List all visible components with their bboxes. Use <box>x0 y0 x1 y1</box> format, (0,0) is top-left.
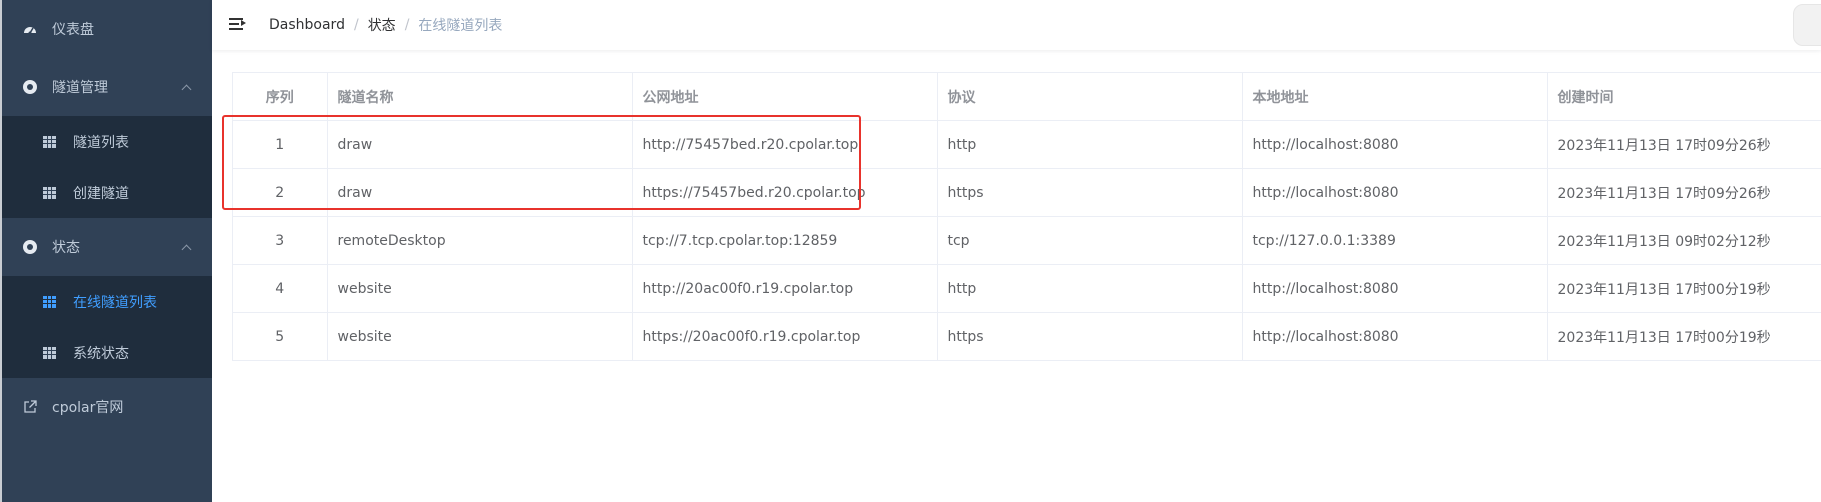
table-row: 3 remoteDesktop tcp://7.tcp.cpolar.top:1… <box>233 216 1821 265</box>
cell-public-url: http://75457bed.r20.cpolar.top <box>632 120 938 169</box>
cell-created-time: 2023年11月13日 17时09分26秒 <box>1547 168 1821 217</box>
column-header-public-url: 公网地址 <box>632 73 938 121</box>
sidebar-item-label: 状态 <box>52 240 80 256</box>
cell-name: draw <box>327 168 633 217</box>
sidebar-item-tunnel-list[interactable]: 隧道列表 <box>2 116 212 167</box>
column-header-index: 序列 <box>233 73 328 121</box>
cell-local-address: http://localhost:8080 <box>1242 120 1548 169</box>
column-header-protocol: 协议 <box>937 73 1243 121</box>
cell-index: 2 <box>233 168 328 217</box>
breadcrumb-separator: / <box>404 17 410 33</box>
cell-index: 1 <box>233 120 328 169</box>
cell-created-time: 2023年11月13日 17时00分19秒 <box>1547 264 1821 313</box>
cell-name: website <box>327 312 633 361</box>
cell-protocol: http <box>937 264 1243 313</box>
sidebar: 仪表盘 隧道管理 隧道列表 创建隧道 状态 在线隧道列表 系统状态 cpolar… <box>0 0 212 502</box>
hamburger-menu-icon[interactable] <box>229 16 247 34</box>
sidebar-item-label: 隧道列表 <box>73 134 129 151</box>
sidebar-item-create-tunnel[interactable]: 创建隧道 <box>2 167 212 218</box>
grid-icon <box>43 346 56 359</box>
cell-name: draw <box>327 120 633 169</box>
table-header-row: 序列 隧道名称 公网地址 协议 本地地址 创建时间 <box>233 73 1821 121</box>
cell-index: 4 <box>233 264 328 313</box>
navbar: Dashboard / 状态 / 在线隧道列表 <box>212 0 1821 50</box>
cell-local-address: http://localhost:8080 <box>1242 264 1548 313</box>
cell-public-url: tcp://7.tcp.cpolar.top:12859 <box>632 216 938 265</box>
external-link-icon <box>23 400 37 414</box>
cell-local-address: http://localhost:8080 <box>1242 312 1548 361</box>
dashboard-icon <box>23 22 37 36</box>
cell-local-address: http://localhost:8080 <box>1242 168 1548 217</box>
sidebar-item-label: 仪表盘 <box>52 22 94 38</box>
grid-icon <box>43 186 56 199</box>
sidebar-item-label: 创建隧道 <box>73 185 129 202</box>
sidebar-item-cpolar-website[interactable]: cpolar官网 <box>2 378 212 436</box>
breadcrumb-separator: / <box>353 17 359 33</box>
grid-icon <box>43 295 56 308</box>
cell-public-url: https://75457bed.r20.cpolar.top <box>632 168 938 217</box>
chevron-up-icon <box>181 84 192 95</box>
sidebar-item-label: 在线隧道列表 <box>73 294 157 311</box>
cell-protocol: http <box>937 120 1243 169</box>
column-header-created-time: 创建时间 <box>1547 73 1821 121</box>
breadcrumb-item-current: 在线隧道列表 <box>418 18 503 34</box>
cell-local-address: tcp://127.0.0.1:3389 <box>1242 216 1548 265</box>
cell-index: 3 <box>233 216 328 265</box>
circle-icon <box>23 80 37 94</box>
sidebar-item-label: cpolar官网 <box>52 400 124 416</box>
table-row: 1 draw http://75457bed.r20.cpolar.top ht… <box>233 120 1821 169</box>
cell-public-url: http://20ac00f0.r19.cpolar.top <box>632 264 938 313</box>
grid-icon <box>43 135 56 148</box>
sidebar-item-dashboard[interactable]: 仪表盘 <box>2 0 212 58</box>
cell-protocol: https <box>937 312 1243 361</box>
column-header-local-address: 本地地址 <box>1242 73 1548 121</box>
breadcrumb-item-dashboard[interactable]: Dashboard <box>269 17 345 33</box>
circle-icon <box>23 240 37 254</box>
breadcrumb-item-status[interactable]: 状态 <box>368 15 396 35</box>
chevron-up-icon <box>181 244 192 255</box>
sidebar-item-label: 隧道管理 <box>52 80 108 96</box>
cell-protocol: tcp <box>937 216 1243 265</box>
submenu-tunnel-management: 隧道列表 创建隧道 <box>2 116 212 218</box>
table-row: 2 draw https://75457bed.r20.cpolar.top h… <box>233 168 1821 217</box>
submenu-status: 在线隧道列表 系统状态 <box>2 276 212 378</box>
cell-index: 5 <box>233 312 328 361</box>
cell-public-url: https://20ac00f0.r19.cpolar.top <box>632 312 938 361</box>
cell-protocol: https <box>937 168 1243 217</box>
cell-created-time: 2023年11月13日 17时09分26秒 <box>1547 120 1821 169</box>
column-header-name: 隧道名称 <box>327 73 633 121</box>
cell-created-time: 2023年11月13日 17时00分19秒 <box>1547 312 1821 361</box>
sidebar-item-status[interactable]: 状态 <box>2 218 212 276</box>
sidebar-item-online-tunnels[interactable]: 在线隧道列表 <box>2 276 212 327</box>
sidebar-item-tunnel-management[interactable]: 隧道管理 <box>2 58 212 116</box>
table-row: 4 website http://20ac00f0.r19.cpolar.top… <box>233 264 1821 313</box>
tunnel-table: 序列 隧道名称 公网地址 协议 本地地址 创建时间 1 draw http://… <box>232 72 1821 361</box>
avatar[interactable] <box>1793 4 1821 46</box>
sidebar-item-system-status[interactable]: 系统状态 <box>2 327 212 378</box>
breadcrumb: Dashboard / 状态 / 在线隧道列表 <box>269 15 502 35</box>
cell-created-time: 2023年11月13日 09时02分12秒 <box>1547 216 1821 265</box>
table-row: 5 website https://20ac00f0.r19.cpolar.to… <box>233 312 1821 361</box>
cell-name: remoteDesktop <box>327 216 633 265</box>
sidebar-item-label: 系统状态 <box>73 345 129 362</box>
cell-name: website <box>327 264 633 313</box>
